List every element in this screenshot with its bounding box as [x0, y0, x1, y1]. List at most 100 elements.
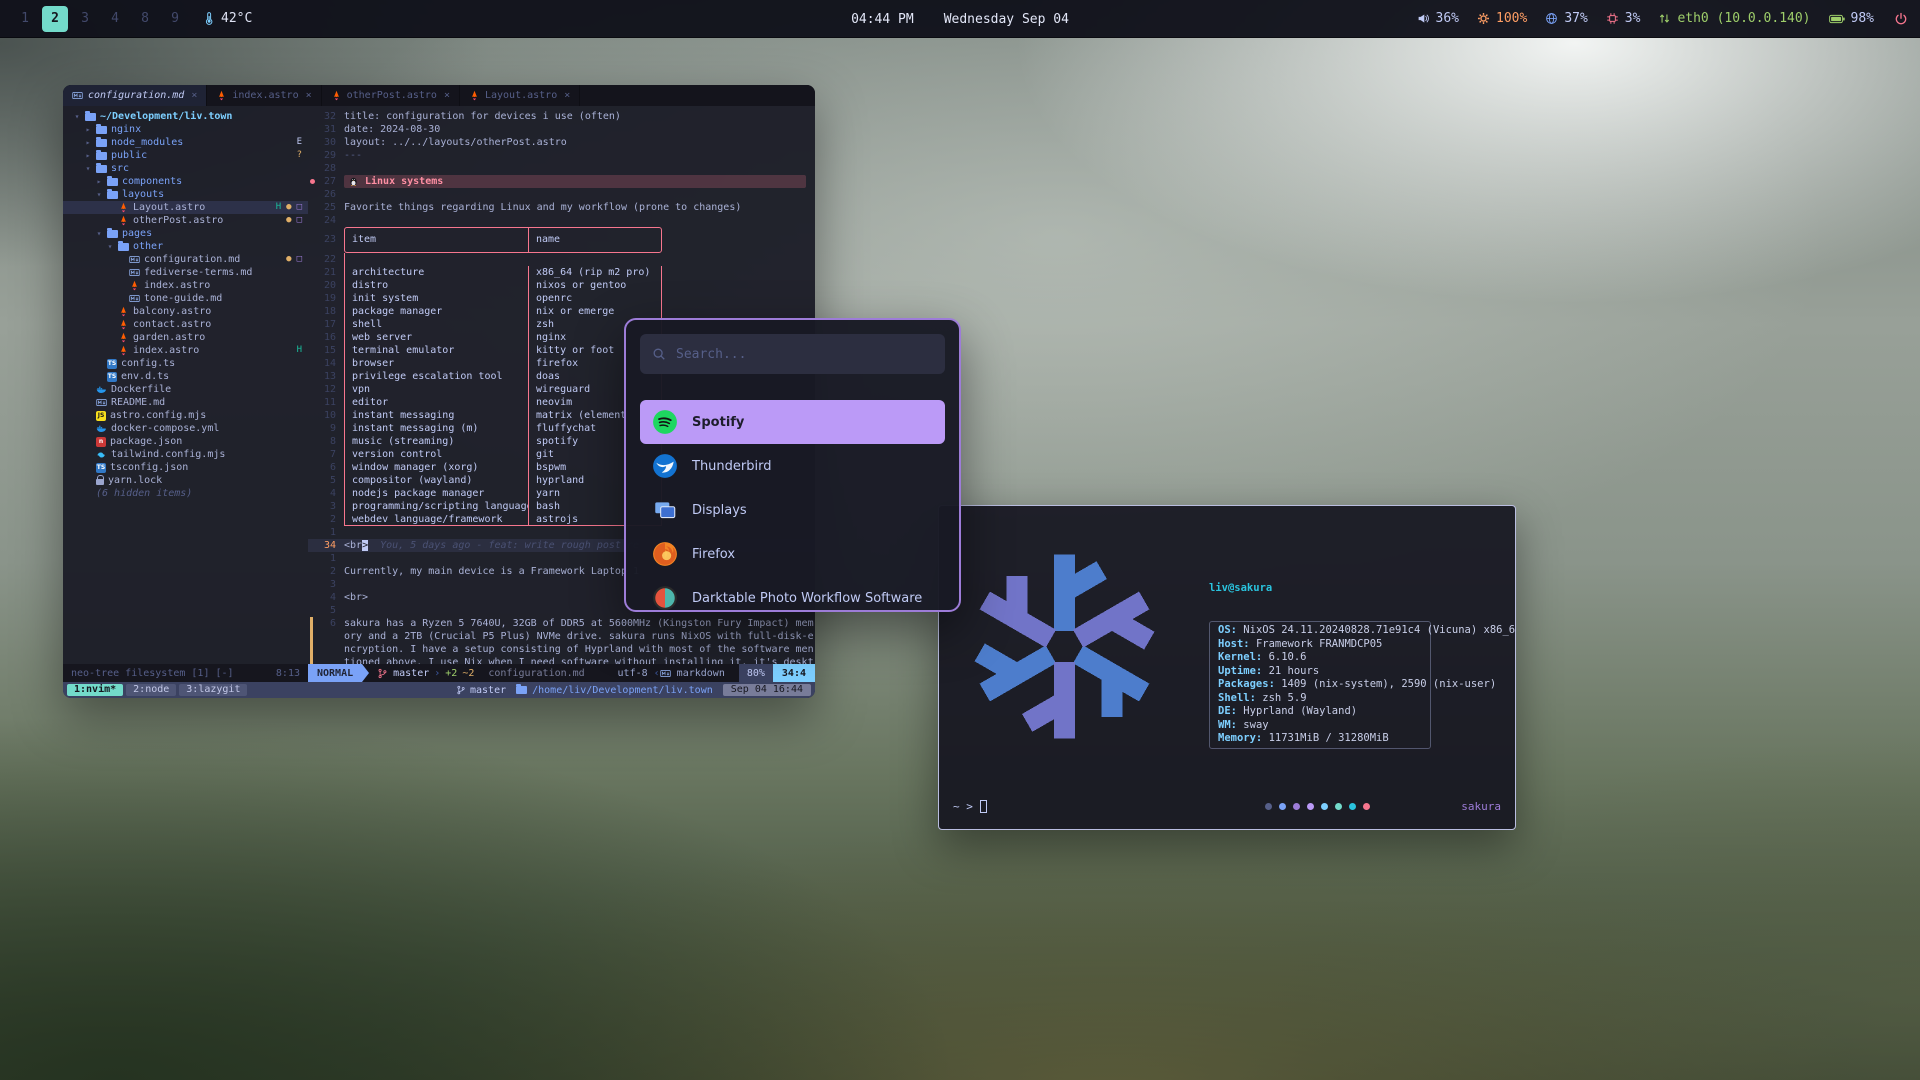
md-table-header-line[interactable]: 23itemname — [308, 227, 815, 253]
launcher-item-firefox[interactable]: Firefox — [640, 532, 945, 576]
tab-close-icon[interactable]: × — [444, 90, 450, 101]
palette-dot-2 — [1293, 803, 1300, 810]
git-branch-name: master — [393, 668, 429, 679]
tmux-window-1nvim[interactable]: 1:nvim* — [67, 684, 123, 696]
palette-dot-7 — [1363, 803, 1370, 810]
tree-item-balcony.astro[interactable]: balcony.astro — [63, 305, 308, 318]
editor-line[interactable]: 31date: 2024-08-30 — [308, 123, 815, 136]
launcher-item-label: Thunderbird — [692, 459, 772, 474]
tree-item-public[interactable]: ▸public? — [63, 149, 308, 162]
workspace-button-1[interactable]: 1 — [12, 6, 38, 32]
table-cell-item: compositor (wayland) — [345, 474, 529, 487]
tab-otherPost.astro[interactable]: otherPost.astro× — [322, 85, 460, 106]
module-network[interactable]: eth0 (10.0.0.140) — [1658, 11, 1810, 26]
module-battery[interactable]: 98% — [1829, 11, 1874, 27]
tree-item-tsconfig.json[interactable]: TStsconfig.json — [63, 461, 308, 474]
tree-item-configuration.md[interactable]: configuration.md●□ — [63, 253, 308, 266]
md-table-row-line[interactable]: 18package managernix or emerge — [308, 305, 815, 318]
tree-item-yarn.lock[interactable]: yarn.lock — [63, 474, 308, 487]
badge-bH: H — [276, 201, 281, 214]
folder-icon — [96, 152, 107, 160]
launcher-item-spotify[interactable]: Spotify — [640, 400, 945, 444]
tmux-window-2node[interactable]: 2:node — [126, 684, 176, 696]
tab-close-icon[interactable]: × — [564, 90, 570, 101]
tree-item-fediverse-terms.md[interactable]: fediverse-terms.md — [63, 266, 308, 279]
md-table-row-line[interactable]: 20distronixos or gentoo — [308, 279, 815, 292]
color-palette — [1265, 803, 1431, 810]
editor-line[interactable]: 28 — [308, 162, 815, 175]
power-button[interactable] — [1894, 12, 1908, 26]
table-cell-item: web server — [345, 331, 529, 344]
tree-item-README.md[interactable]: README.md — [63, 396, 308, 409]
tree-item-other[interactable]: ▾other — [63, 240, 308, 253]
module-cpu[interactable]: 3% — [1606, 11, 1641, 26]
launcher-item-darktable[interactable]: Darktable Photo Workflow Software — [640, 576, 945, 612]
editor-line[interactable]: 32title: configuration for devices i use… — [308, 110, 815, 123]
tree-item-src[interactable]: ▾src — [63, 162, 308, 175]
launcher-search[interactable] — [640, 334, 945, 374]
module-volume[interactable]: 36% — [1417, 11, 1459, 26]
tree-item-layouts[interactable]: ▾layouts — [63, 188, 308, 201]
tree-item-env.d.ts[interactable]: TSenv.d.ts — [63, 370, 308, 383]
launcher-item-label: Darktable Photo Workflow Software — [692, 591, 922, 606]
workspace-button-8[interactable]: 8 — [132, 6, 158, 32]
statusline-filename: configuration.md — [482, 668, 590, 679]
markdown-icon — [129, 254, 140, 265]
tree-item-6hiddenitems[interactable]: (6 hidden items) — [63, 487, 308, 500]
md-table-row: terminal emulatorkitty or foot — [344, 344, 662, 357]
tree-item-components[interactable]: ▸components — [63, 175, 308, 188]
tree-item-index.astro[interactable]: index.astro — [63, 279, 308, 292]
editor-line[interactable]: 29--- — [308, 149, 815, 162]
editor-line[interactable]: 26 — [308, 188, 815, 201]
launcher-item-thunderbird[interactable]: Thunderbird — [640, 444, 945, 488]
search-input[interactable] — [676, 347, 933, 362]
tree-item-Layout.astro[interactable]: Layout.astroH●□ — [63, 201, 308, 214]
tree-item-contact.astro[interactable]: contact.astro — [63, 318, 308, 331]
module-disk[interactable]: 37% — [1545, 11, 1587, 26]
workspace-button-9[interactable]: 9 — [162, 6, 188, 32]
workspace-button-2[interactable]: 2 — [42, 6, 68, 32]
tree-item-pages[interactable]: ▾pages — [63, 227, 308, 240]
tree-item-garden.astro[interactable]: garden.astro — [63, 331, 308, 344]
tree-item-config.ts[interactable]: TSconfig.ts — [63, 357, 308, 370]
clock[interactable]: 04:44 PM Wednesday Sep 04 — [851, 0, 1069, 38]
tree-item-astro.config.mjs[interactable]: JSastro.config.mjs — [63, 409, 308, 422]
launcher-item-displays[interactable]: Displays — [640, 488, 945, 532]
table-cell-item: webdev language/framework — [345, 513, 529, 525]
table-col-header-item: item — [345, 228, 529, 252]
md-table-row-line[interactable]: 19init systemopenrc — [308, 292, 815, 305]
tree-item-docker-compose.yml[interactable]: docker-compose.yml — [63, 422, 308, 435]
tree-item-otherPost.astro[interactable]: otherPost.astro●□ — [63, 214, 308, 227]
tree-item-tailwind.config.mjs[interactable]: tailwind.config.mjs — [63, 448, 308, 461]
tree-item-Dockerfile[interactable]: Dockerfile — [63, 383, 308, 396]
editor-line[interactable]: 24 — [308, 214, 815, 227]
tree-item-node_modules[interactable]: ▸node_modulesE — [63, 136, 308, 149]
editor-wrapped-line[interactable]: 6sakura has a Ryzen 5 7640U, 32GB of DDR… — [308, 617, 815, 664]
tree-item-index.astro[interactable]: index.astroH — [63, 344, 308, 357]
temperature-module[interactable]: 42°C — [202, 11, 252, 26]
module-brightness[interactable]: 100% — [1477, 11, 1527, 26]
editor-line[interactable]: 30layout: ../../layouts/otherPost.astro — [308, 136, 815, 149]
md-table-gap-line[interactable]: 22 — [308, 253, 815, 266]
tree-item-label: nginx — [111, 123, 141, 136]
md-table-row-line[interactable]: 21architecturex86_64 (rip m2 pro) — [308, 266, 815, 279]
shell-prompt[interactable]: ~ > — [953, 800, 987, 813]
tree-item-nginx[interactable]: ▸nginx — [63, 123, 308, 136]
astro-icon — [118, 202, 129, 213]
workspace-button-3[interactable]: 3 — [72, 6, 98, 32]
line-number: 29 — [317, 149, 344, 162]
tab-configuration.md[interactable]: configuration.md× — [63, 85, 207, 106]
tab-index.astro[interactable]: index.astro× — [207, 85, 321, 106]
tab-close-icon[interactable]: × — [191, 90, 197, 101]
editor-line[interactable]: 25Favorite things regarding Linux and my… — [308, 201, 815, 214]
palette-dot-0 — [1265, 803, 1272, 810]
tree-item-package.json[interactable]: npackage.json — [63, 435, 308, 448]
tmux-window-3lazygit[interactable]: 3:lazygit — [179, 684, 247, 696]
tree-root[interactable]: ▾~/Development/liv.town — [63, 110, 308, 123]
tab-Layout.astro[interactable]: Layout.astro× — [460, 85, 580, 106]
tab-close-icon[interactable]: × — [306, 90, 312, 101]
tree-item-tone-guide.md[interactable]: tone-guide.md — [63, 292, 308, 305]
workspace-button-4[interactable]: 4 — [102, 6, 128, 32]
editor-line[interactable]: 27Linux systems — [308, 175, 815, 188]
badge-bH: H — [297, 344, 302, 357]
